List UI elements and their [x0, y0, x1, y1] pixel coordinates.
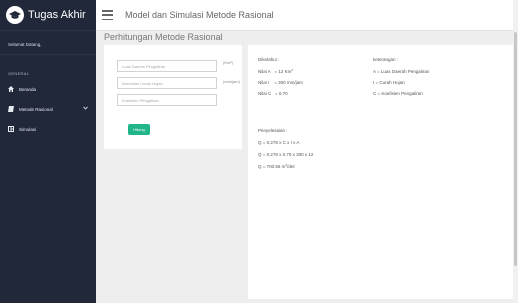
keterangan-item: C = Koefisien Pengaliran	[373, 91, 423, 96]
solution-step: Q = 0,278 x 0.70 x 300 x 12	[258, 152, 314, 157]
solution-step: Q = 0,278 x C x I x A	[258, 140, 300, 145]
sidebar: Tugas Akhir Selamat Datang, GENERAL Bera…	[0, 0, 96, 303]
menu-toggle-icon[interactable]	[102, 10, 113, 20]
topbar: Model dan Simulasi Metode Rasional	[96, 0, 518, 31]
koefisien-pengaliran-input[interactable]	[117, 94, 217, 106]
known-value-i: Nilai I = 300 mm/jam	[258, 80, 303, 85]
result-card: Diketahui : Nilai A = 12 Km2 Nilai I = 3…	[248, 45, 514, 299]
luas-daerah-unit: (Km²)	[223, 60, 233, 65]
solution-result: Q = 700.56 m3/det	[258, 163, 295, 169]
sidebar-item-label: Beranda	[19, 86, 37, 92]
section-label: GENERAL	[8, 71, 30, 76]
diketahui-label: Diketahui :	[258, 57, 280, 62]
keterangan-item: I = Curah Hujan	[373, 80, 405, 85]
sidebar-divider	[0, 54, 96, 55]
keterangan-label: keterangan :	[373, 57, 399, 62]
greeting-text: Selamat Datang,	[8, 42, 42, 47]
brand-title: Tugas Akhir	[28, 9, 86, 21]
app-title: Model dan Simulasi Metode Rasional	[125, 10, 274, 20]
luas-daerah-input[interactable]	[117, 60, 217, 72]
known-value-a: Nilai A = 12 Km2	[258, 68, 294, 74]
book-icon	[8, 106, 14, 112]
scrollbar-thumb[interactable]	[514, 32, 517, 266]
penyelesaian-label: Penyelesaian :	[258, 128, 288, 133]
sidebar-item-label: Metode Rasional	[19, 106, 53, 112]
chevron-down-icon	[83, 106, 88, 111]
keterangan-item: A = Luas Daerah Pengaliran	[373, 69, 430, 74]
page-title: Perhitungan Metode Rasional	[104, 32, 223, 42]
sidebar-item-metode-rasional[interactable]: Metode Rasional	[0, 102, 96, 116]
grid-icon	[8, 126, 14, 132]
sidebar-item-label: Simulasi	[19, 126, 37, 132]
home-icon	[8, 86, 14, 92]
intensitas-curah-hujan-input[interactable]	[117, 77, 217, 89]
known-value-c: Nilai C = 0.70	[258, 91, 288, 96]
graduation-cap-icon	[6, 6, 24, 24]
sidebar-item-beranda[interactable]: Beranda	[0, 82, 96, 96]
brand[interactable]: Tugas Akhir	[0, 0, 96, 31]
input-form-card: (Km²) (mm/jam) Hitung	[104, 45, 242, 149]
sidebar-item-simulasi[interactable]: Simulasi	[0, 122, 96, 136]
intensitas-unit: (mm/jam)	[223, 79, 240, 84]
hitung-button[interactable]: Hitung	[128, 124, 150, 135]
